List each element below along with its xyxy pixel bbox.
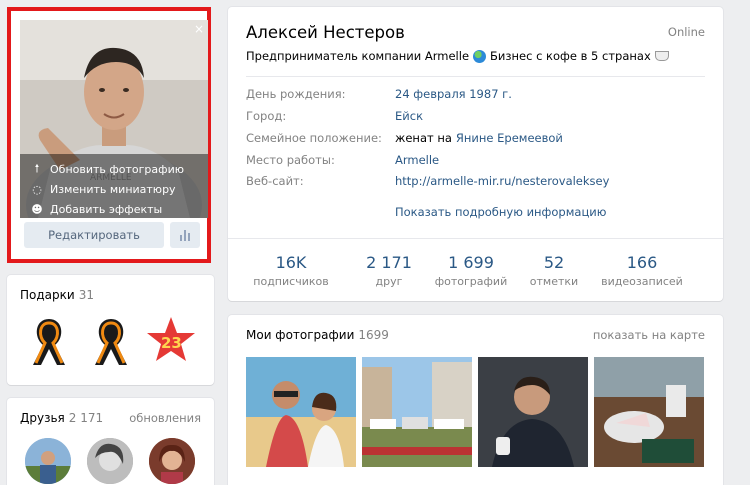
photos-header[interactable]: Мои фотографии 1699 [246, 328, 389, 342]
gifts-block: Подарки 31 23 [7, 275, 214, 385]
city-link[interactable]: Ейск [395, 109, 423, 125]
friends-title: Друзья [20, 411, 65, 425]
st-george-ribbon-gift-icon[interactable] [83, 313, 139, 369]
st-george-ribbon-gift-icon[interactable] [21, 313, 77, 369]
info-row-work: Место работы: Armelle [246, 153, 439, 169]
info-row-city: Город: Ейск [246, 109, 423, 125]
photo-thumbnail-image [246, 357, 356, 467]
show-more-info-link[interactable]: Показать подробную информацию [395, 205, 606, 219]
profile-status[interactable]: Предприниматель компании Armelle Бизнес … [246, 49, 669, 63]
stats-bar-icon [184, 230, 186, 241]
counter-label: видеозаписей [601, 275, 683, 288]
counter-label: фотографий [434, 275, 508, 288]
globe-icon [473, 49, 487, 63]
photos-title: Мои фотографии [246, 328, 355, 342]
counter-tags[interactable]: 52 отметки [509, 253, 599, 288]
counter-label: друг [375, 275, 403, 288]
photo-thumbnail-image [594, 357, 704, 467]
stats-bar-icon [180, 235, 182, 241]
photo-thumbnail[interactable] [362, 357, 472, 467]
change-thumbnail-item[interactable]: ◌ Изменить миниатюру [20, 179, 208, 199]
divider [228, 238, 723, 239]
work-link[interactable]: Armelle [395, 153, 439, 169]
friend-avatar-image [25, 438, 71, 484]
add-effects-label: Добавить эффекты [50, 202, 163, 216]
friends-updates-link[interactable]: обновления [129, 411, 201, 425]
info-row-website: Веб-сайт: http://armelle-mir.ru/nesterov… [246, 174, 609, 190]
counter-friends[interactable]: 2 171 друг [344, 253, 434, 288]
counter-videos[interactable]: 166 видеозаписей [597, 253, 687, 288]
update-photo-item[interactable]: 🠕 Обновить фотографию [20, 159, 208, 179]
counter-label: подписчиков [253, 275, 329, 288]
profile-name: Алексей Нестеров [246, 23, 405, 42]
profile-photo[interactable]: ARMELLE × 🠕 Обновить фотографию ◌ Измени… [20, 20, 208, 218]
spouse-link[interactable]: Янине Еремеевой [456, 131, 563, 147]
counter-photos[interactable]: 1 699 фотографий [426, 253, 516, 288]
change-thumbnail-label: Изменить миниатюру [50, 182, 176, 196]
photo-thumbnail-image [478, 357, 588, 467]
thumbnail-circle-icon: ◌ [32, 182, 42, 196]
online-status: Online [667, 25, 705, 39]
add-effects-item[interactable]: ☻ Добавить эффекты [20, 199, 208, 218]
show-on-map-link[interactable]: показать на карте [593, 328, 705, 342]
counter-value: 166 [626, 253, 658, 272]
info-label: День рождения: [246, 87, 346, 101]
photos-count: 1699 [358, 328, 389, 342]
counter-value: 1 699 [448, 253, 494, 272]
photo-thumbnail-image [362, 357, 472, 467]
info-row-birthday: День рождения: 24 февраля 1987 г. [246, 87, 512, 103]
photo-actions-menu: 🠕 Обновить фотографию ◌ Изменить миниатю… [20, 154, 208, 218]
counter-label: отметки [529, 275, 579, 288]
info-label: Место работы: [246, 153, 335, 167]
update-photo-label: Обновить фотографию [50, 162, 184, 176]
profile-info-block: Алексей Нестеров Online Предприниматель … [228, 7, 723, 301]
friends-block: Друзья 2 171 обновления [7, 398, 214, 485]
avatar-actions: Редактировать [13, 222, 201, 248]
friends-count: 2 171 [68, 411, 104, 425]
counter-followers[interactable]: 16K подписчиков [246, 253, 336, 288]
info-row-relationship: Семейное положение: женат на Янине Ереме… [246, 131, 563, 147]
info-label: Веб-сайт: [246, 174, 304, 188]
counter-value: 2 171 [366, 253, 412, 272]
photo-thumbnail[interactable] [594, 357, 704, 467]
friend-avatar-image [149, 438, 195, 484]
status-text-part-2: Бизнес с кофе в 5 странах [490, 49, 651, 63]
upload-arrow-icon: 🠕 [34, 161, 40, 175]
gifts-count: 31 [78, 288, 94, 302]
info-label: Город: [246, 109, 287, 123]
friend-avatar[interactable] [87, 438, 133, 484]
photos-block: Мои фотографии 1699 показать на карте [228, 315, 723, 485]
divider [246, 76, 705, 77]
photo-thumbnail[interactable] [478, 357, 588, 467]
gifts-header[interactable]: Подарки 31 [20, 288, 94, 302]
coffee-cup-icon [654, 51, 669, 61]
star-23-february-gift-icon[interactable]: 23 [143, 313, 199, 369]
close-icon[interactable]: × [194, 22, 204, 36]
status-text-part-1: Предприниматель компании Armelle [246, 49, 470, 63]
friend-avatar-image [87, 438, 133, 484]
smile-icon: ☻ [31, 202, 43, 216]
photo-thumbnail[interactable] [246, 357, 356, 467]
friends-header[interactable]: Друзья 2 171 [20, 411, 103, 425]
website-link[interactable]: http://armelle-mir.ru/nesterovaleksey [395, 174, 609, 190]
counter-value: 16K [275, 253, 307, 272]
svg-text:23: 23 [161, 334, 182, 352]
friend-avatar[interactable] [25, 438, 71, 484]
relationship-text: женат на [395, 131, 452, 145]
friend-avatar[interactable] [149, 438, 195, 484]
info-label: Семейное положение: [246, 131, 382, 145]
stats-button[interactable] [170, 222, 200, 248]
edit-profile-button[interactable]: Редактировать [24, 222, 164, 248]
stats-bar-icon [188, 233, 190, 241]
birthday-link[interactable]: 24 февраля 1987 г. [395, 87, 512, 103]
gifts-title: Подарки [20, 288, 75, 302]
counter-value: 52 [543, 253, 565, 272]
